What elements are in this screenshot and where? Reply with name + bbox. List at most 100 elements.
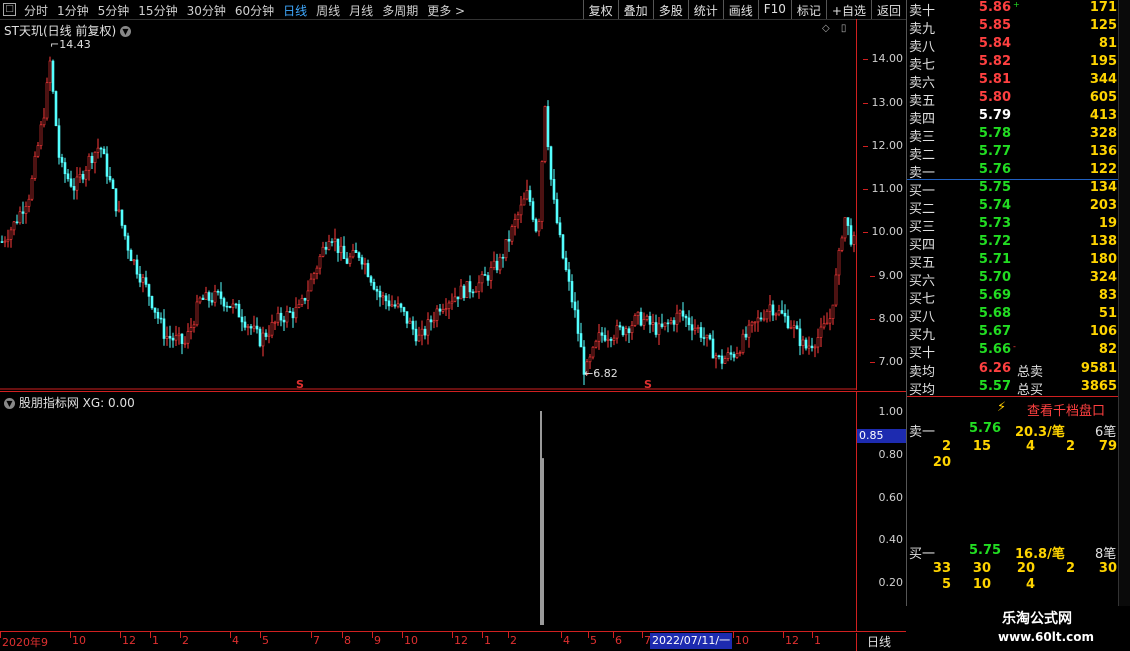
- indicator-chart[interactable]: ▼ 股朋指标网 XG: 0.00 1.00 0.80 0.60 0.40 0.20 0.…: [0, 391, 907, 632]
- cursor-date-badge: 2022/07/11/一: [650, 633, 732, 649]
- level-volume: 328: [1089, 126, 1117, 141]
- date-axis-label: 10: [735, 634, 749, 647]
- candle-up: [426, 319, 430, 336]
- candle-down: [729, 352, 733, 355]
- side-scroll-strip[interactable]: [1118, 0, 1130, 650]
- period-tab[interactable]: 5分钟: [98, 2, 130, 18]
- candle-up: [363, 263, 367, 265]
- candle-up: [633, 315, 637, 326]
- candle-up: [36, 145, 40, 157]
- candle-down: [216, 291, 220, 293]
- candle-down: [399, 303, 403, 308]
- toolbar-action-button[interactable]: F10: [757, 0, 791, 19]
- chevron-down-icon[interactable]: ▼: [119, 26, 131, 37]
- level-volume: 51: [1098, 306, 1117, 321]
- toolbar-action-button[interactable]: 标记: [790, 0, 826, 19]
- candle-up: [678, 310, 682, 314]
- toolbar-action-button[interactable]: 返回: [870, 0, 906, 19]
- date-axis-separator: [311, 632, 312, 638]
- candle-down: [546, 106, 550, 147]
- candlestick-plot[interactable]: [0, 19, 856, 390]
- qianpan-button[interactable]: 查看千档盘口: [1027, 400, 1105, 419]
- candle-up: [261, 332, 265, 347]
- candle-down: [717, 355, 721, 358]
- queue-order-size: 2: [1065, 561, 1075, 576]
- candle-down: [108, 176, 112, 181]
- candle-down: [51, 60, 55, 92]
- candle-down: [552, 179, 556, 200]
- toolbar-action-button[interactable]: +自选: [825, 0, 871, 19]
- queue-count: 6笔: [1095, 425, 1117, 440]
- candle-down: [576, 309, 580, 334]
- date-axis-label: 1: [152, 634, 159, 647]
- candle-up: [231, 303, 235, 308]
- candle-down: [288, 311, 292, 313]
- candle-down: [798, 328, 802, 347]
- indicator-axis-tick: 0.80: [878, 447, 904, 461]
- sell1-queue-row: 20: [907, 455, 1119, 473]
- candle-up: [141, 277, 145, 283]
- candle-up: [132, 259, 136, 262]
- high-price-value: 14.43: [59, 38, 91, 51]
- candle-down: [81, 173, 85, 180]
- queue-price: 5.75: [969, 543, 1002, 558]
- avg_sell-row: 卖均 6.26 总卖 9581: [907, 361, 1119, 380]
- level-price: 5.78: [978, 126, 1011, 141]
- period-tab[interactable]: 30分钟: [187, 2, 226, 18]
- candle-up: [705, 334, 709, 338]
- candle-down: [330, 241, 334, 243]
- level-volume: 122: [1089, 162, 1117, 177]
- period-tab[interactable]: 周线: [316, 2, 340, 18]
- candle-down: [702, 337, 706, 339]
- sell-signal-mark: S: [644, 378, 652, 391]
- candle-down: [438, 308, 442, 312]
- period-tab[interactable]: 1分钟: [57, 2, 89, 18]
- avg-label: 卖均: [909, 365, 936, 380]
- candle-down: [429, 319, 433, 323]
- level-volume: 413: [1089, 108, 1117, 123]
- period-tab[interactable]: 分时: [24, 2, 48, 18]
- candle-up: [522, 198, 526, 206]
- diamond-icon[interactable]: ◇: [822, 23, 830, 34]
- toolbar-action-button[interactable]: 画线: [722, 0, 758, 19]
- candle-up: [726, 352, 730, 359]
- avg-price: 5.57: [978, 379, 1011, 394]
- candle-down: [66, 173, 70, 180]
- candle-up: [333, 238, 337, 243]
- level-price: 5.86: [978, 0, 1011, 15]
- collapse-icon[interactable]: □: [3, 3, 16, 16]
- level-price: 5.81: [978, 72, 1011, 87]
- sell-level-row: 卖四 5.79 413: [907, 108, 1119, 127]
- candle-down: [648, 315, 652, 325]
- candle-down: [345, 258, 349, 264]
- level-volume: 136: [1089, 144, 1117, 159]
- period-tab[interactable]: 月线: [349, 2, 373, 18]
- window-icon[interactable]: ▯: [841, 23, 847, 34]
- candle-down: [168, 335, 172, 339]
- candle-up: [636, 311, 640, 316]
- period-tab[interactable]: 日线: [283, 2, 307, 18]
- kline-chart[interactable]: ST天玑(日线 前复权) ▼ ◇ ▯ ⌐14.43 ←6.82 S S 14.0…: [0, 19, 906, 391]
- candle-down: [63, 162, 67, 175]
- candle-up: [84, 169, 88, 180]
- level-price: 5.71: [978, 252, 1011, 267]
- site-watermark: 乐淘公式网 www.60lt.com: [906, 606, 1130, 650]
- toolbar-action-button[interactable]: 叠加: [617, 0, 653, 19]
- period-tab[interactable]: 更多 >: [427, 2, 465, 18]
- level-label: 买六: [909, 274, 936, 289]
- level-price: 5.79: [978, 108, 1011, 123]
- period-tab[interactable]: 多周期: [382, 2, 418, 18]
- candle-down: [720, 355, 724, 364]
- toolbar-action-button[interactable]: 多股: [652, 0, 688, 19]
- period-tab[interactable]: 60分钟: [235, 2, 274, 18]
- candle-up: [213, 291, 217, 303]
- candle-up: [792, 325, 796, 329]
- toolbar-action-button[interactable]: 统计: [687, 0, 723, 19]
- toolbar-action-button[interactable]: 复权: [582, 0, 618, 19]
- chevron-down-icon[interactable]: ▼: [4, 398, 15, 409]
- candle-up: [543, 106, 547, 162]
- period-tab[interactable]: 15分钟: [138, 2, 177, 18]
- date-axis-separator: [260, 632, 261, 638]
- candle-up: [723, 358, 727, 364]
- candle-up: [597, 332, 601, 342]
